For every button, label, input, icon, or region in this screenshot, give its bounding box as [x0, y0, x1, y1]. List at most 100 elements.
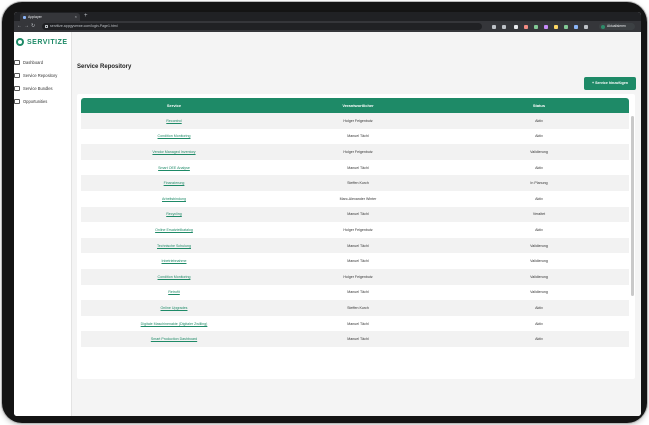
share-icon[interactable]	[492, 24, 496, 29]
service-link[interactable]: Technische Schulung	[157, 244, 191, 248]
column-header-service[interactable]: Service	[81, 103, 267, 108]
table-row: Technische Schulung Manuel Tächl Validie…	[81, 237, 629, 254]
sidebar-item-label: Opportunities	[23, 99, 48, 104]
owner-cell: Manuel Tächl	[347, 212, 369, 217]
owner-cell: Steffen Kurch	[347, 181, 369, 186]
owner-cell: Manuel Tächl	[347, 243, 369, 248]
status-cell: Validierung	[530, 243, 548, 248]
service-link[interactable]: Online Upgrades	[161, 306, 188, 310]
table-row: Smart Production Dashboard Manuel Tächl …	[81, 331, 629, 347]
forward-icon[interactable]: →	[24, 23, 29, 30]
service-link[interactable]: Recycling	[166, 212, 182, 216]
status-cell: Aktiv	[535, 134, 543, 139]
owner-cell: Marc-Alexander Winter	[339, 196, 377, 201]
app: SERVITIZE Dashboard Service Repository S…	[14, 32, 641, 416]
profile-button[interactable]: Aktualisieren	[599, 23, 635, 30]
browser-tab[interactable]: Applayer ×	[20, 13, 80, 21]
service-link[interactable]: Arbeitsbindung	[162, 197, 186, 201]
owner-cell: Manuel Tächl	[347, 134, 369, 139]
status-cell: Aktiv	[535, 165, 543, 170]
sidebar: SERVITIZE Dashboard Service Repository S…	[14, 32, 72, 416]
table-row: Inbetriebnahme Manuel Tächl Validierung	[81, 253, 629, 269]
status-cell: Aktiv	[535, 196, 543, 201]
sidebar-item-service-repository[interactable]: Service Repository	[14, 69, 72, 82]
brand-name: SERVITIZE	[27, 38, 68, 46]
reload-icon[interactable]: ↻	[31, 23, 35, 30]
close-tab-icon[interactable]: ×	[75, 13, 77, 21]
column-header-status[interactable]: Status	[449, 103, 629, 108]
table-header: Service Verantwortlicher Status	[81, 98, 629, 113]
service-link[interactable]: Smart Production Dashboard	[151, 337, 197, 341]
service-link[interactable]: Inbetriebnahme	[162, 259, 187, 263]
owner-cell: Holger Feigenbutz	[343, 274, 373, 279]
service-link[interactable]: Finanzierung	[164, 181, 185, 185]
sidebar-item-label: Service Repository	[23, 73, 58, 78]
table-body: Recontrol Holger Feigenbutz Aktiv Condit…	[81, 113, 629, 347]
extension-icon[interactable]	[554, 24, 558, 29]
service-link[interactable]: Retrofit	[168, 290, 180, 294]
status-cell: Validierung	[530, 274, 548, 279]
extension-icon[interactable]	[574, 24, 578, 29]
table-row: Recontrol Holger Feigenbutz Aktiv	[81, 113, 629, 129]
owner-cell: Steffen Kurch	[347, 305, 369, 310]
main-content: Service Repository + Service hinzufügen …	[72, 32, 641, 416]
service-table-card: Service Verantwortlicher Status Recontro…	[77, 94, 635, 379]
status-cell: Validierung	[530, 259, 548, 264]
service-link[interactable]: Recontrol	[166, 119, 181, 123]
favicon-icon	[23, 15, 26, 19]
service-link[interactable]: Smart OEE Analyse	[158, 166, 190, 170]
avatar	[601, 24, 605, 29]
table-row: Arbeitsbindung Marc-Alexander Winter Akt…	[81, 190, 629, 207]
sidebar-item-dashboard[interactable]: Dashboard	[14, 56, 72, 69]
back-icon[interactable]: ←	[17, 23, 22, 30]
bookmark-star-icon[interactable]	[502, 24, 506, 29]
service-link[interactable]: Vendor Managed Inventory	[152, 150, 195, 154]
status-cell: In Planung	[530, 181, 548, 186]
table-row: Condition Monitoring Manuel Tächl Aktiv	[81, 128, 629, 145]
owner-cell: Manuel Tächl	[347, 337, 369, 342]
extension-icon[interactable]	[534, 24, 538, 29]
puzzle-icon[interactable]	[584, 24, 588, 29]
url-text: servitize.appgyverwe.com/login-Page1.htm…	[50, 24, 118, 28]
table-row: Retrofit Manuel Tächl Validierung	[81, 284, 629, 301]
table-row: Smart OEE Analyse Manuel Tächl Aktiv	[81, 159, 629, 176]
table-row: Condition Monitoring Holger Feigenbutz V…	[81, 268, 629, 285]
extension-icon[interactable]	[514, 24, 518, 29]
table-row: Vendor Managed Inventory Holger Feigenbu…	[81, 144, 629, 160]
url-input[interactable]: servitize.appgyverwe.com/login-Page1.htm…	[42, 23, 482, 30]
servitize-logo-icon	[16, 38, 24, 46]
extension-icon[interactable]	[524, 24, 528, 29]
owner-cell: Holger Feigenbutz	[343, 149, 373, 154]
page-title: Service Repository	[77, 64, 132, 70]
owner-cell: Manuel Tächl	[347, 259, 369, 264]
brand[interactable]: SERVITIZE	[16, 36, 68, 48]
browser-tab-title: Applayer	[28, 15, 42, 19]
dashboard-icon	[14, 60, 20, 65]
service-link[interactable]: Condition Monitoring	[158, 134, 191, 138]
sidebar-item-opportunities[interactable]: Opportunities	[14, 95, 72, 108]
extension-icon[interactable]	[564, 24, 568, 29]
service-link[interactable]: Digitale Maschinenakte (Digitaler Zwilli…	[141, 322, 208, 326]
browser-tab-bar: Applayer × +	[14, 12, 641, 21]
service-table: Service Verantwortlicher Status Recontro…	[81, 98, 629, 347]
owner-cell: Holger Feigenbutz	[343, 118, 373, 123]
new-tab-icon[interactable]: +	[84, 12, 88, 21]
table-row: Online Upgrades Steffen Kurch Aktiv	[81, 300, 629, 316]
sidebar-nav: Dashboard Service Repository Service Bun…	[14, 56, 72, 108]
table-row: Online Ersatzteilkatalog Holger Feigenbu…	[81, 222, 629, 238]
owner-cell: Manuel Tächl	[347, 321, 369, 326]
service-link[interactable]: Online Ersatzteilkatalog	[155, 228, 193, 232]
table-row: Digitale Maschinenakte (Digitaler Zwilli…	[81, 315, 629, 332]
browser-address-bar: ← → ↻ servitize.appgyverwe.com/login-Pag…	[14, 21, 641, 32]
screen: Applayer × + ← → ↻ servitize.appgyverwe.…	[14, 12, 641, 416]
add-service-button[interactable]: + Service hinzufügen	[584, 77, 636, 90]
repository-icon	[14, 73, 20, 78]
extension-icon[interactable]	[544, 24, 548, 29]
table-scrollbar[interactable]	[631, 116, 634, 296]
column-header-owner[interactable]: Verantwortlicher	[267, 103, 449, 108]
service-link[interactable]: Condition Monitoring	[158, 275, 191, 279]
sidebar-item-service-bundles[interactable]: Service Bundles	[14, 82, 72, 95]
profile-label: Aktualisieren	[607, 24, 626, 28]
status-cell: Validierung	[530, 149, 548, 154]
sidebar-item-label: Dashboard	[23, 60, 44, 65]
